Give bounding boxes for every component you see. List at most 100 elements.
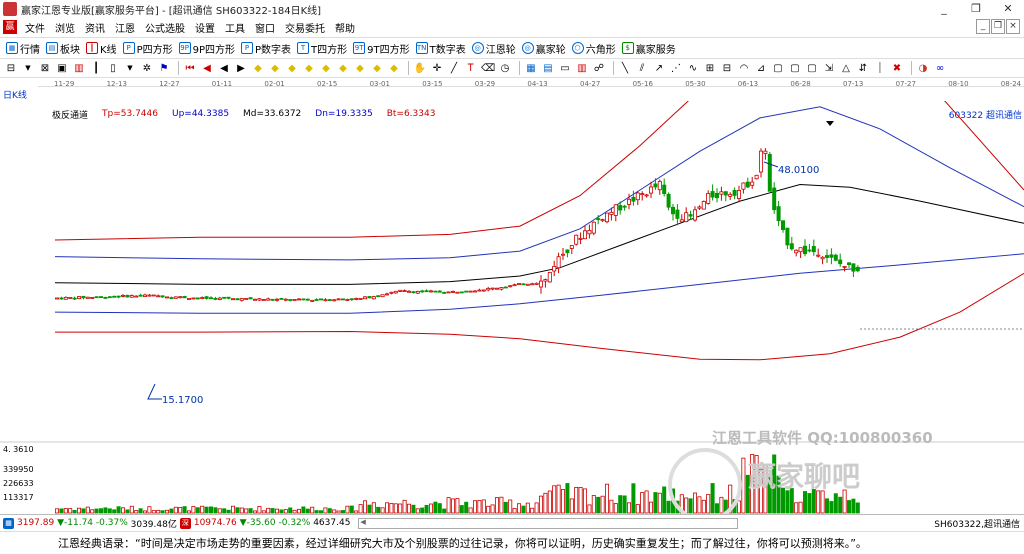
draw-bar-icon[interactable]: ⏐: [873, 61, 887, 75]
close-button[interactable]: ✕: [992, 0, 1024, 18]
window-tool-icon[interactable]: ▣: [55, 61, 69, 75]
prev-page-icon[interactable]: ◀: [200, 61, 214, 75]
hand-icon[interactable]: ✋: [413, 61, 427, 75]
color-wheel-icon[interactable]: ◑: [916, 61, 930, 75]
toolbar-gann-wheel-button[interactable]: ◎ 江恩轮: [471, 41, 516, 56]
diamond-icon[interactable]: ◆: [336, 61, 350, 75]
menu-help[interactable]: 帮助: [330, 20, 360, 35]
volume-bar: [226, 509, 231, 514]
toolbar-9p-square-button[interactable]: 9P 9P四方形: [178, 41, 235, 56]
chart-area[interactable]: 日K线 11-29 12-13 12-27 01-11 02-01 02-15 03-01 0…: [0, 79, 1024, 514]
period-label[interactable]: 日K线: [3, 88, 27, 101]
price-chart[interactable]: 48.0100 15.1700: [0, 101, 1024, 443]
diamond-icon[interactable]: ◆: [302, 61, 316, 75]
toolbar-winner-wheel-button[interactable]: ◎ 赢家轮: [521, 41, 566, 56]
menu-browse[interactable]: 浏览: [50, 20, 80, 35]
dropdown-icon[interactable]: ▼: [123, 61, 137, 75]
settings-tool-icon[interactable]: ✲: [140, 61, 154, 75]
mdi-restore-button[interactable]: ❐: [991, 19, 1005, 34]
candle-tool-icon[interactable]: ▯: [106, 61, 120, 75]
toolbar-kline-button[interactable]: ┃ K线: [86, 41, 117, 56]
shenzhen-index[interactable]: 深 10974.76 ▼-35.60 -0.32% 4637.45: [177, 517, 350, 529]
toolbar-service-button[interactable]: $ 赢家服务: [621, 41, 676, 56]
restore-button[interactable]: ❐: [960, 0, 992, 18]
volume-bar: [653, 492, 658, 514]
minimize-button[interactable]: _: [928, 0, 960, 18]
volume-bar: [600, 495, 605, 514]
draw-arc-icon[interactable]: ◠: [737, 61, 751, 75]
menu-news[interactable]: 资讯: [80, 20, 110, 35]
toolbar-t-square-button[interactable]: T T四方形: [297, 41, 347, 56]
save-icon[interactable]: ▤: [541, 61, 555, 75]
first-icon[interactable]: ⏮: [183, 61, 197, 75]
kline-tool-icon[interactable]: ▥: [72, 61, 86, 75]
text-icon[interactable]: Ꭲ: [464, 61, 478, 75]
toolbar-p-square-button[interactable]: P P四方形: [122, 41, 173, 56]
candle-body: [415, 290, 420, 294]
toolbar-p-table-button[interactable]: P P数字表: [241, 41, 291, 56]
crosshair-icon[interactable]: ✛: [430, 61, 444, 75]
draw-triangle-icon[interactable]: △: [839, 61, 853, 75]
chart-icon[interactable]: ▦: [524, 61, 538, 75]
draw-grid-icon[interactable]: ⊟: [720, 61, 734, 75]
menu-file[interactable]: 文件: [20, 20, 50, 35]
draw-square-icon[interactable]: ▢: [805, 61, 819, 75]
candle-body: [248, 297, 253, 300]
grid-tool-icon[interactable]: ⊠: [38, 61, 52, 75]
diamond-icon[interactable]: ◆: [387, 61, 401, 75]
draw-line-icon[interactable]: ╲: [618, 61, 632, 75]
clock-icon[interactable]: ◷: [498, 61, 512, 75]
draw-channel-icon[interactable]: ⫽: [635, 61, 649, 75]
volume-chart[interactable]: [0, 442, 1024, 514]
diamond-icon[interactable]: ◆: [319, 61, 333, 75]
bar-tool-icon[interactable]: ┃: [89, 61, 103, 75]
menu-tools[interactable]: 工具: [220, 20, 250, 35]
next-icon[interactable]: ▶: [234, 61, 248, 75]
draw-cycle-icon[interactable]: ∿: [686, 61, 700, 75]
draw-square-icon[interactable]: ▢: [788, 61, 802, 75]
volume-bar: [371, 502, 376, 514]
volume-bar: [825, 498, 830, 514]
prev-icon[interactable]: ◀: [217, 61, 231, 75]
menu-gann[interactable]: 江恩: [110, 20, 140, 35]
draw-delete-icon[interactable]: ✖: [890, 61, 904, 75]
flag-tool-icon[interactable]: ⚑: [157, 61, 171, 75]
candle-body: [85, 296, 90, 299]
draw-gann-icon[interactable]: ⊿: [754, 61, 768, 75]
menu-settings[interactable]: 设置: [190, 20, 220, 35]
date-tick: 05-16: [632, 80, 653, 88]
shanghai-index[interactable]: ▦ 3197.89 ▼-11.74 -0.37% 3039.48亿: [0, 517, 177, 530]
menu-formula[interactable]: 公式选股: [140, 20, 190, 35]
toolbar-sector-button[interactable]: ▤ 板块: [46, 41, 80, 56]
draw-box-icon[interactable]: ⊞: [703, 61, 717, 75]
toolbar-9t-square-button[interactable]: 9T 9T四方形: [353, 41, 410, 56]
dropdown-icon[interactable]: ▼: [21, 61, 35, 75]
diamond-icon[interactable]: ◆: [370, 61, 384, 75]
diamond-icon[interactable]: ◆: [251, 61, 265, 75]
mdi-minimize-button[interactable]: _: [976, 19, 990, 34]
diamond-icon[interactable]: ◆: [285, 61, 299, 75]
mdi-close-button[interactable]: ×: [1006, 19, 1020, 34]
diamond-icon[interactable]: ◆: [353, 61, 367, 75]
link-icon[interactable]: ☍: [592, 61, 606, 75]
monitor-icon[interactable]: ▭: [558, 61, 572, 75]
draw-trend-icon[interactable]: ↗: [652, 61, 666, 75]
toolbar-t-table-button[interactable]: TN T数字表: [415, 41, 466, 56]
draw-arrow-icon[interactable]: ⇲: [822, 61, 836, 75]
toolbar-hexagon-button[interactable]: ⬡ 六角形: [571, 41, 616, 56]
diamond-icon[interactable]: ◆: [268, 61, 282, 75]
line-icon[interactable]: ╱: [447, 61, 461, 75]
ticker-scroll[interactable]: [358, 517, 739, 529]
draw-square-icon[interactable]: ▢: [771, 61, 785, 75]
menu-window[interactable]: 窗口: [250, 20, 280, 35]
toolbar-quotes-button[interactable]: ▦ 行情: [6, 41, 40, 56]
draw-fan-icon[interactable]: ⋰: [669, 61, 683, 75]
erase-icon[interactable]: ⌫: [481, 61, 495, 75]
draw-ratio-icon[interactable]: ⇵: [856, 61, 870, 75]
layout-icon[interactable]: ⊟: [4, 61, 18, 75]
print-icon[interactable]: ▥: [575, 61, 589, 75]
window-controls: _ ❐ ✕: [928, 0, 1024, 18]
infinity-icon[interactable]: ∞: [933, 61, 947, 75]
menu-trade[interactable]: 交易委托: [280, 20, 330, 35]
volume-bar: [521, 505, 526, 514]
